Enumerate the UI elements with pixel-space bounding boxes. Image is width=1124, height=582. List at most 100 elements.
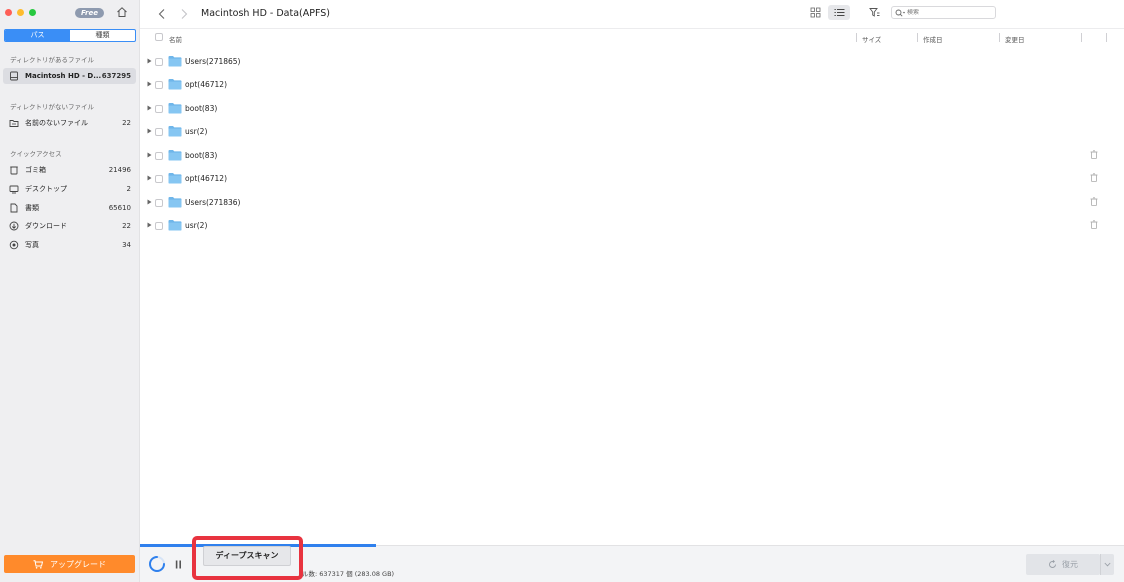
pause-icon[interactable] — [175, 560, 182, 569]
photo-icon — [9, 240, 19, 250]
sidebar-item-photos[interactable]: 写真 34 — [3, 237, 136, 253]
expand-arrow-icon[interactable] — [147, 58, 152, 64]
expand-arrow-icon[interactable] — [147, 81, 152, 87]
column-header-modified[interactable]: 変更日 — [1005, 34, 1025, 44]
cart-icon — [33, 559, 43, 569]
tab-type[interactable]: 種類 — [70, 30, 135, 41]
sidebar-item-macintosh-hd[interactable]: Macintosh HD - D... 637295 — [3, 68, 136, 84]
sidebar-item-count: 65610 — [108, 204, 131, 212]
expand-arrow-icon[interactable] — [147, 175, 152, 181]
table-row[interactable]: opt(46712) — [140, 169, 1124, 189]
trash-icon — [10, 166, 18, 175]
row-name: Users(271836) — [185, 198, 241, 207]
document-icon — [10, 203, 18, 213]
sidebar-item-label: デスクトップ — [25, 185, 67, 193]
row-name: Users(271865) — [185, 57, 241, 66]
expand-arrow-icon[interactable] — [147, 222, 152, 228]
minimize-window-button[interactable] — [17, 9, 24, 16]
row-name: boot(83) — [185, 104, 218, 113]
select-all-checkbox[interactable] — [155, 33, 163, 41]
column-header-created[interactable]: 作成日 — [923, 34, 943, 44]
upgrade-label: アップグレード — [50, 559, 106, 569]
grid-view-icon[interactable] — [810, 7, 821, 18]
sidebar-item-trash[interactable]: ゴミ箱 21496 — [3, 162, 136, 178]
row-checkbox[interactable] — [155, 128, 163, 136]
column-divider[interactable] — [999, 33, 1000, 42]
folder-icon — [168, 173, 182, 184]
column-divider[interactable] — [856, 33, 857, 42]
expand-arrow-icon[interactable] — [147, 105, 152, 111]
section-title-with-directory: ディレクトリがあるファイル — [10, 56, 95, 64]
expand-arrow-icon[interactable] — [147, 128, 152, 134]
recover-button[interactable]: 復元 — [1026, 554, 1100, 575]
sidebar-item-desktop[interactable]: デスクトップ 2 — [3, 181, 136, 197]
close-window-button[interactable] — [5, 9, 12, 16]
forward-chevron-icon[interactable] — [179, 8, 189, 20]
sidebar-item-count: 34 — [122, 241, 131, 249]
list-view-button[interactable] — [828, 5, 850, 20]
folder-icon — [168, 103, 182, 114]
row-name: boot(83) — [185, 151, 218, 160]
column-header-size[interactable]: サイズ — [862, 34, 881, 44]
sidebar-item-downloads[interactable]: ダウンロード 22 — [3, 218, 136, 234]
sidebar-item-documents[interactable]: 書類 65610 — [3, 200, 136, 216]
folder-icon — [168, 56, 182, 67]
table-row[interactable]: boot(83) — [140, 99, 1124, 119]
zoom-window-button[interactable] — [29, 9, 36, 16]
row-checkbox[interactable] — [155, 81, 163, 89]
row-checkbox[interactable] — [155, 58, 163, 66]
sidebar-item-label: 名前のないファイル — [25, 119, 88, 127]
trash-icon — [1090, 197, 1098, 206]
toolbar: Macintosh HD - Data(APFS) — [140, 0, 1124, 29]
table-row[interactable]: opt(46712) — [140, 75, 1124, 95]
breadcrumb: Macintosh HD - Data(APFS) — [201, 8, 331, 19]
back-chevron-icon[interactable] — [157, 8, 167, 20]
column-divider[interactable] — [1106, 33, 1107, 42]
section-title-quick-access: クイックアクセス — [10, 150, 62, 158]
free-badge[interactable]: Free — [75, 8, 104, 18]
row-checkbox[interactable] — [155, 199, 163, 207]
scan-status-text: ル数: 637317 個 (283.08 GB) — [302, 570, 395, 578]
expand-arrow-icon[interactable] — [147, 152, 152, 158]
footer-bar: ディープスキャン ル数: 637317 個 (283.08 GB) 復元 — [140, 536, 1124, 582]
scanning-spinner-icon — [149, 556, 165, 572]
list-view-icon — [834, 9, 844, 16]
search-input[interactable] — [907, 9, 992, 16]
sidebar-item-count: 21496 — [108, 166, 131, 174]
row-checkbox[interactable] — [155, 152, 163, 160]
sidebar-item-count: 22 — [122, 222, 131, 230]
sidebar-item-count: 2 — [126, 185, 131, 193]
sidebar-item-unnamed-files[interactable]: 名前のないファイル 22 — [3, 115, 136, 131]
column-divider[interactable] — [917, 33, 918, 42]
upgrade-button[interactable]: アップグレード — [4, 555, 135, 573]
search-box — [891, 6, 996, 19]
home-icon[interactable] — [116, 6, 128, 18]
folder-outline-icon — [9, 120, 19, 127]
table-row[interactable]: usr(2) — [140, 122, 1124, 142]
row-checkbox[interactable] — [155, 105, 163, 113]
row-name: usr(2) — [185, 127, 208, 136]
row-checkbox[interactable] — [155, 175, 163, 183]
sidebar-item-label: ダウンロード — [25, 222, 67, 230]
sidebar-item-label: 写真 — [25, 241, 39, 249]
filter-icon[interactable] — [869, 7, 880, 18]
table-row[interactable]: boot(83) — [140, 146, 1124, 166]
table-row[interactable]: Users(271836) — [140, 193, 1124, 213]
recover-options-dropdown[interactable] — [1100, 554, 1114, 575]
column-header-name[interactable]: 名前 — [169, 34, 182, 44]
column-divider[interactable] — [1081, 33, 1082, 42]
sidebar-item-label: 書類 — [25, 204, 39, 212]
row-checkbox[interactable] — [155, 222, 163, 230]
expand-arrow-icon[interactable] — [147, 199, 152, 205]
row-name: usr(2) — [185, 221, 208, 230]
recover-label: 復元 — [1062, 560, 1078, 569]
sidebar-item-label: Macintosh HD - D... — [25, 72, 102, 80]
table-row[interactable]: usr(2) — [140, 216, 1124, 236]
sidebar-item-count: 637295 — [101, 72, 131, 80]
deep-scan-button[interactable]: ディープスキャン — [203, 546, 291, 566]
trash-icon — [1090, 173, 1098, 182]
list-header: 名前 サイズ 作成日 変更日 — [140, 29, 1124, 45]
trash-icon — [1090, 150, 1098, 159]
tab-path[interactable]: パス — [5, 30, 70, 41]
table-row[interactable]: Users(271865) — [140, 52, 1124, 72]
